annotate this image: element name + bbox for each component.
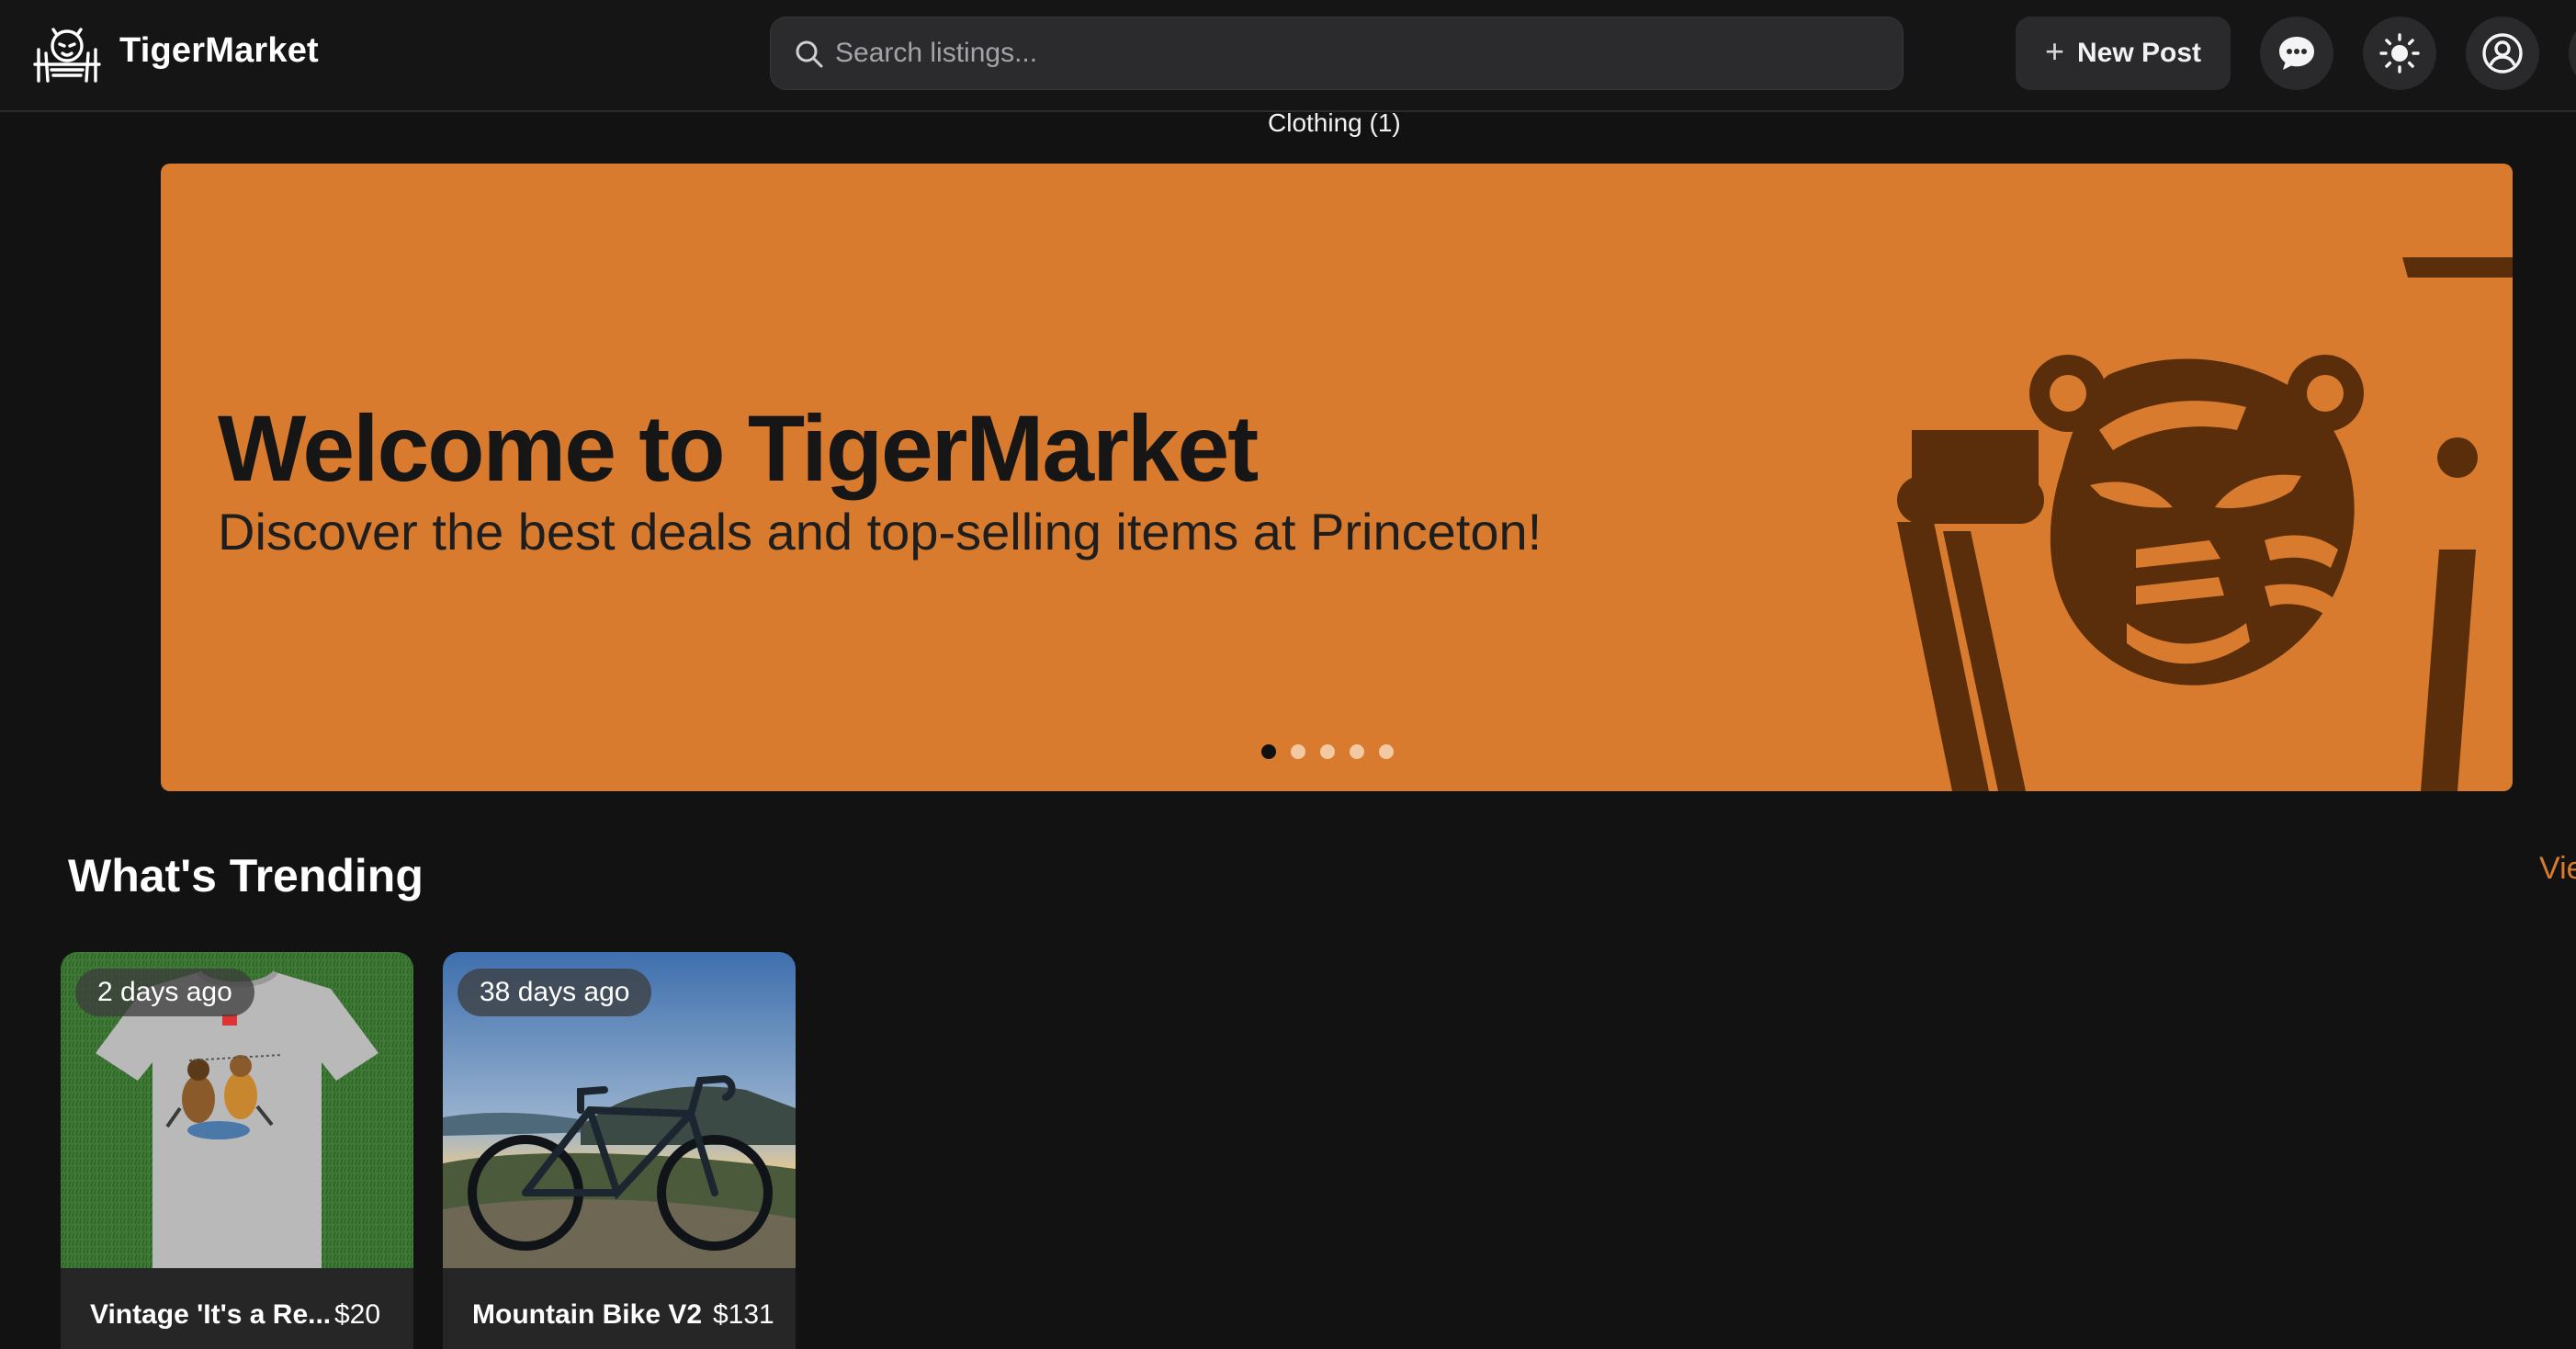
tigermarket-logo-icon[interactable] [29, 22, 105, 86]
listing-title: Mountain Bike V2 [472, 1299, 703, 1330]
view-all-link[interactable]: Vie [2539, 851, 2576, 887]
carousel-dot-4[interactable] [1350, 744, 1364, 759]
listing-card[interactable]: 2 days ago Vintage 'It's a Re... $20 [61, 952, 413, 1349]
listing-title: Vintage 'It's a Re... [90, 1299, 332, 1330]
hero-subtitle: Discover the best deals and top-selling … [218, 503, 1542, 561]
listing-info: Mountain Bike V2 $131 [443, 1268, 796, 1349]
carousel-dot-2[interactable] [1291, 744, 1305, 759]
carousel-dot-3[interactable] [1320, 744, 1335, 759]
listing-age-badge: 2 days ago [75, 969, 254, 1016]
chat-bubble-icon [2279, 37, 2314, 70]
search-icon [796, 40, 823, 68]
listing-price: $20 [334, 1299, 381, 1330]
category-filter-label[interactable]: Clothing (1) [1268, 108, 1401, 138]
brand-name[interactable]: TigerMarket [119, 31, 319, 71]
plus-icon: + [2044, 32, 2064, 70]
carousel-dot-5[interactable] [1379, 744, 1394, 759]
search-input[interactable] [835, 17, 1882, 89]
top-navbar: TigerMarket + New Post [0, 0, 2576, 112]
sun-icon [2379, 33, 2420, 74]
tiger-illustration-icon [1897, 257, 2513, 791]
hero-banner: Welcome to TigerMarket Discover the best… [161, 164, 2513, 791]
listing-price: $131 [713, 1299, 774, 1330]
account-button[interactable] [2466, 17, 2539, 90]
theme-toggle-button[interactable] [2363, 17, 2436, 90]
new-post-label: New Post [2077, 38, 2202, 68]
user-circle-icon [2482, 33, 2523, 74]
messages-button[interactable] [2260, 17, 2333, 90]
listing-info: Vintage 'It's a Re... $20 [61, 1268, 413, 1349]
listing-age-badge: 38 days ago [458, 969, 652, 1016]
overflow-button[interactable] [2569, 17, 2576, 90]
trending-heading: What's Trending [68, 850, 424, 901]
carousel-dot-1[interactable] [1261, 744, 1276, 759]
page: TigerMarket + New Post [0, 0, 2576, 1349]
new-post-button[interactable]: + New Post [2016, 17, 2231, 90]
listing-card[interactable]: 38 days ago Mountain Bike V2 $131 [443, 952, 796, 1349]
hero-title: Welcome to TigerMarket [218, 396, 1259, 501]
carousel-indicators [1261, 744, 1394, 759]
search-bar[interactable] [770, 17, 1904, 90]
